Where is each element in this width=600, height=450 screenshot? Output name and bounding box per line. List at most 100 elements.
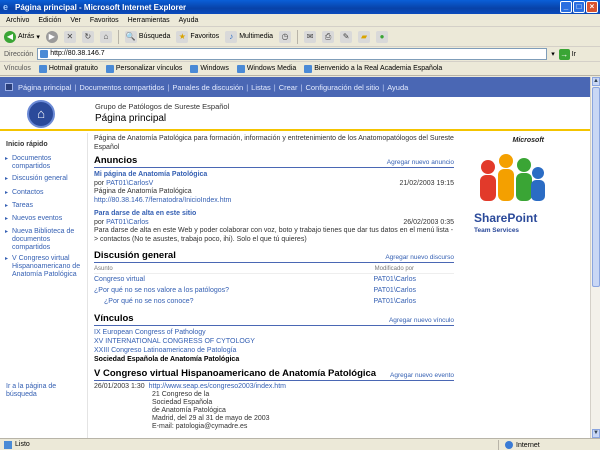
stop-button[interactable]: ✕ (63, 30, 76, 43)
link-hotmail[interactable]: Hotmail gratuito (38, 64, 98, 73)
discussion-subject[interactable]: ¿Por qué no se nos conoce? (104, 298, 194, 305)
back-button[interactable]: ◀ Atrás ▾ (4, 30, 40, 43)
maximize-button[interactable]: □ (573, 1, 585, 13)
mail-button[interactable]: ✉ (304, 30, 317, 43)
event-url[interactable]: http://www.seap.es/congreso2003/index.ht… (149, 383, 286, 391)
forward-arrow-icon: ▶ (45, 30, 58, 43)
folder-icon: ▰ (358, 30, 371, 43)
messenger-icon: ● (376, 30, 389, 43)
ql-congress[interactable]: V Congreso virtual Hispanoamericano de A… (5, 255, 84, 279)
go-button[interactable]: → Ir (558, 48, 576, 60)
menu-favoritos[interactable]: Favoritos (90, 17, 119, 24)
address-input[interactable]: http://80.38.146.7 (37, 48, 548, 60)
status-page-icon (4, 440, 12, 449)
link-personalizar[interactable]: Personalizar vínculos (105, 64, 182, 73)
ql-events[interactable]: Nuevos eventos (5, 215, 84, 223)
mail-icon: ✉ (304, 30, 317, 43)
nav-lists[interactable]: Listas (251, 83, 271, 92)
refresh-button[interactable]: ↻ (81, 30, 94, 43)
refresh-icon: ↻ (81, 30, 94, 43)
security-zone: Internet (498, 440, 540, 450)
close-button[interactable]: × (586, 1, 598, 13)
menu-archivo[interactable]: Archivo (6, 17, 29, 24)
site-header: ⌂ Grupo de Patólogos de Sureste Español … (0, 97, 590, 131)
vertical-scrollbar[interactable]: ▲ ▼ (590, 77, 600, 438)
nav-create[interactable]: Crear (279, 83, 298, 92)
quick-launch-heading: Inicio rápido (6, 141, 48, 148)
sharepoint-top-nav: Página principal | Documentos compartido… (0, 77, 590, 97)
link-item[interactable]: IX European Congress of Pathology (94, 328, 454, 337)
announcement-author[interactable]: PAT01\CarlosV (106, 180, 153, 187)
link-windows-media[interactable]: Windows Media (236, 64, 296, 73)
link-item[interactable]: XV INTERNATIONAL CONGRESS OF CYTOLOGY (94, 337, 454, 346)
announcement-author[interactable]: PAT01\Carlos (106, 219, 149, 226)
announcement-item: Mi página de Anatomía Patológica por PAT… (94, 171, 455, 206)
favorites-button[interactable]: ★ Favoritos (176, 30, 219, 43)
sharepoint-logo: Microsoft SharePoint Team Services (466, 137, 556, 247)
discussion-row[interactable]: ¿Por qué no se nos valore a los patólogo… (94, 285, 454, 296)
status-text: Listo (15, 441, 30, 448)
link-rae[interactable]: Bienvenido a la Real Academia Española (304, 64, 442, 73)
nav-discussions[interactable]: Panales de discusión (172, 83, 243, 92)
menu-ayuda[interactable]: Ayuda (179, 17, 199, 24)
announcement-date: 21/02/2003 19:15 (399, 179, 455, 187)
ql-new-library[interactable]: Nueva Biblioteca de documentos compartid… (5, 228, 84, 252)
announcement-url[interactable]: http://80.38.146.7/fernatodra/InicioInde… (94, 197, 454, 206)
edit-button[interactable]: ✎ (340, 30, 353, 43)
links-bar: Vínculos Hotmail gratuito Personalizar v… (0, 62, 600, 76)
minimize-button[interactable]: _ (560, 1, 572, 13)
house-logo-icon: ⌂ (27, 100, 55, 128)
menu-ver[interactable]: Ver (70, 17, 81, 24)
address-dropdown-icon[interactable]: ▾ (551, 50, 555, 58)
link-windows[interactable]: Windows (190, 64, 229, 73)
col-modified-by[interactable]: Modificado por (375, 266, 414, 272)
messenger-button[interactable]: ● (376, 30, 389, 43)
history-button[interactable]: ◷ (279, 30, 292, 43)
scroll-down-button[interactable]: ▼ (592, 429, 600, 438)
multimedia-button[interactable]: ♪ Multimedia (225, 30, 273, 43)
menu-herramientas[interactable]: Herramientas (128, 17, 170, 24)
team-services-wordmark: Team Services (474, 227, 520, 234)
main-content: Página de Anatomía Patológica para forma… (94, 135, 454, 431)
discussion-list: Asunto Modificado por Congreso virtual P… (94, 265, 454, 307)
nav-separator: | (382, 82, 385, 92)
link-item[interactable]: Sociedad Española de Anatomía Patológica (94, 355, 454, 364)
nav-home[interactable]: Página principal (18, 83, 71, 92)
forward-button[interactable]: ▶ (45, 30, 58, 43)
discussion-subject[interactable]: Congreso virtual (94, 276, 145, 283)
scroll-up-button[interactable]: ▲ (592, 77, 600, 86)
add-discussion-link[interactable]: Agregar nuevo discurso (385, 254, 454, 261)
edit-icon: ✎ (340, 30, 353, 43)
toolbar-separator (117, 29, 119, 44)
add-announcement-link[interactable]: Agregar nuevo anuncio (387, 159, 454, 166)
nav-documents[interactable]: Documentos compartidos (79, 83, 164, 92)
scroll-thumb[interactable] (592, 87, 600, 287)
window-titlebar: e Página principal - Microsoft Internet … (0, 0, 600, 14)
discussion-author: PAT01\Carlos (373, 298, 416, 305)
discussion-subject[interactable]: ¿Por qué no se nos valore a los patólogo… (94, 287, 229, 294)
search-button[interactable]: 🔍 Búsqueda (124, 30, 170, 43)
event-line: Sociedad Española (152, 399, 213, 406)
menu-edicion[interactable]: Edición (38, 17, 61, 24)
ql-documents[interactable]: Documentos compartidos (5, 155, 84, 171)
print-button[interactable]: ⎙ (322, 30, 335, 43)
home-button[interactable]: ⌂ (99, 30, 112, 43)
dropdown-arrow-icon: ▾ (36, 33, 40, 41)
ql-tasks[interactable]: Tareas (5, 202, 84, 210)
nav-separator: | (74, 82, 77, 92)
ql-discussion[interactable]: Discusión general (5, 175, 84, 183)
ql-contacts[interactable]: Contactos (5, 189, 84, 197)
announcement-title[interactable]: Para darse de alta en este sitio (94, 210, 454, 219)
discussion-row[interactable]: Congreso virtual PAT01\Carlos (94, 274, 454, 285)
col-subject[interactable]: Asunto (94, 266, 113, 272)
add-event-link[interactable]: Agregar nuevo evento (390, 372, 454, 379)
link-item[interactable]: XXIII Congreso Latinoamericano de Patolo… (94, 346, 454, 355)
discussion-row[interactable]: ¿Por qué no se nos conoce? PAT01\Carlos (94, 296, 454, 307)
ql-goto-search[interactable]: Ir a la página de búsqueda (6, 383, 81, 399)
announcement-title[interactable]: Mi página de Anatomía Patológica (94, 171, 454, 180)
window-title: Página principal - Microsoft Internet Ex… (15, 2, 187, 12)
nav-site-settings[interactable]: Configuración del sitio (305, 83, 379, 92)
add-link-link[interactable]: Agregar nuevo vínculo (389, 317, 454, 324)
nav-help[interactable]: Ayuda (387, 83, 408, 92)
discuss-button[interactable]: ▰ (358, 30, 371, 43)
